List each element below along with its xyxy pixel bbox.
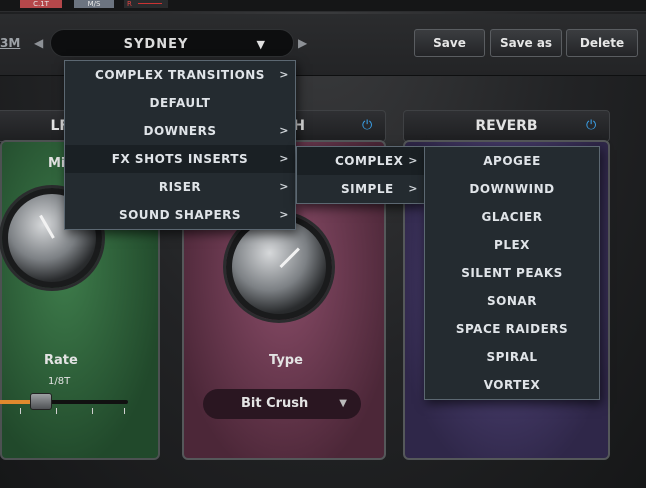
preset-name: SYDNEY [123,37,189,52]
menu-item-label: DEFAULT [149,96,211,110]
menu-item-label: SIMPLE [341,182,394,196]
submenu-arrow-icon: > [279,208,289,221]
crush-power-icon[interactable]: ⏻ [362,118,372,133]
preset-item[interactable]: SONAR [425,287,599,315]
save-button[interactable]: Save [414,29,485,57]
lfo-knob-label: Mi [48,156,66,171]
logo-fragment: 3M [0,36,21,50]
menu-item-complex[interactable]: COMPLEX > [297,147,424,175]
dropdown-triangle-icon: ▼ [256,38,265,51]
type-select-value: Bit Crush [241,396,309,411]
menu-item-fx-shots-inserts[interactable]: FX SHOTS INSERTS > [65,145,295,173]
prev-preset-arrow-icon[interactable]: ◀ [34,36,43,50]
submenu-arrow-icon: > [279,180,289,193]
preset-item[interactable]: VORTEX [425,371,599,399]
routing-indicator[interactable]: R [124,0,168,8]
slider-tick [56,408,57,414]
reverb-module-header: REVERB [403,110,610,142]
preset-selector[interactable]: SYDNEY ▼ [50,29,294,57]
menu-item-label: FX SHOTS INSERTS [111,152,249,166]
preset-item[interactable]: SILENT PEAKS [425,259,599,287]
menu-item-label: COMPLEX [335,154,404,168]
next-preset-arrow-icon[interactable]: ▶ [298,36,307,50]
type-dropdown-icon: ▼ [339,398,347,409]
top-button-2[interactable]: M/S [74,0,114,8]
preset-item[interactable]: SPACE RAIDERS [425,315,599,343]
lfo-knob-indicator [39,214,55,239]
top-strip: C.1T M/S R [0,0,646,12]
menu-item-default[interactable]: DEFAULT [65,89,295,117]
fx-shots-submenu: COMPLEX > SIMPLE > [296,146,425,204]
rate-value: 1/8T [48,376,71,387]
save-as-button[interactable]: Save as [490,29,562,57]
routing-line [138,3,162,4]
rate-slider-thumb[interactable] [30,393,52,410]
submenu-arrow-icon: > [279,68,289,81]
menu-item-label: DOWNERS [143,124,217,138]
reverb-module-title: REVERB [475,118,538,134]
type-select[interactable]: Bit Crush ▼ [203,389,361,419]
preset-category-menu: COMPLEX TRANSITIONS > DEFAULT DOWNERS > FX… [64,60,296,230]
preset-item[interactable]: GLACIER [425,203,599,231]
preset-item[interactable]: DOWNWIND [425,175,599,203]
slider-tick [124,408,125,414]
menu-item-label: COMPLEX TRANSITIONS [95,68,265,82]
top-button-1[interactable]: C.1T [20,0,62,8]
submenu-arrow-icon: > [408,182,418,195]
crush-knob-indicator [279,247,300,269]
preset-item[interactable]: APOGEE [425,147,599,175]
type-label: Type [269,353,303,368]
menu-item-complex-transitions[interactable]: COMPLEX TRANSITIONS > [65,61,295,89]
complex-presets-submenu: APOGEE DOWNWIND GLACIER PLEX SILENT PEAK… [424,146,600,400]
slider-tick [20,408,21,414]
preset-item[interactable]: SPIRAL [425,343,599,371]
submenu-arrow-icon: > [279,124,289,137]
routing-label: R [127,0,132,8]
menu-item-sound-shapers[interactable]: SOUND SHAPERS > [65,201,295,229]
delete-button[interactable]: Delete [566,29,638,57]
preset-item[interactable]: PLEX [425,231,599,259]
menu-item-simple[interactable]: SIMPLE > [297,175,424,203]
menu-item-riser[interactable]: RISER > [65,173,295,201]
menu-item-label: RISER [158,180,202,194]
reverb-power-icon[interactable]: ⏻ [586,118,596,133]
rate-label: Rate [44,353,78,368]
slider-tick [92,408,93,414]
submenu-arrow-icon: > [408,154,418,167]
menu-item-downers[interactable]: DOWNERS > [65,117,295,145]
submenu-arrow-icon: > [279,152,289,165]
menu-item-label: SOUND SHAPERS [118,208,242,222]
